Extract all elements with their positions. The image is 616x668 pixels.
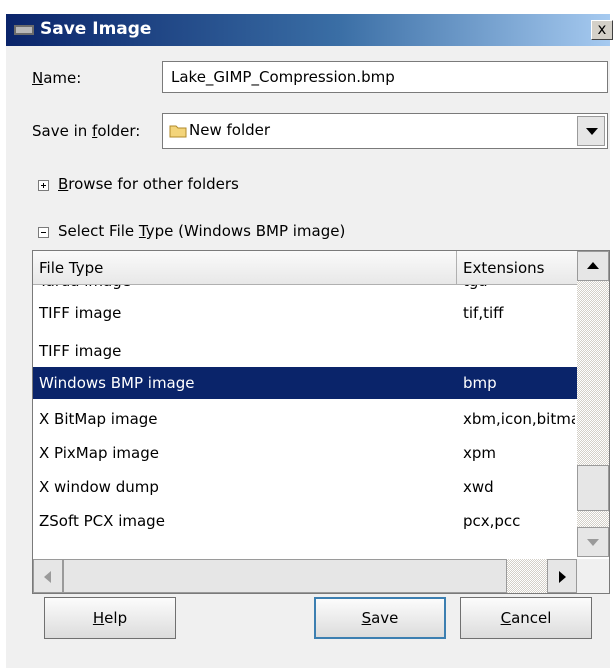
list-item[interactable]: X window dump xwd: [33, 471, 577, 503]
list-item-selected[interactable]: Windows BMP image bmp: [33, 367, 577, 399]
cancel-button[interactable]: Cancel: [460, 597, 592, 639]
list-item-partial[interactable]: Tarda image tga: [33, 285, 577, 297]
list-item[interactable]: TIFF image: [33, 335, 577, 367]
name-input[interactable]: Lake_GIMP_Compression.bmp: [162, 61, 608, 93]
browse-expander-label[interactable]: Browse for other folders: [58, 175, 239, 193]
file-type-list[interactable]: File Type Extensions Tarda image tga TIF…: [32, 250, 610, 594]
vertical-scroll-thumb[interactable]: [577, 465, 609, 511]
horizontal-scroll-thumb[interactable]: [63, 559, 507, 593]
file-type-expander-label[interactable]: Select File Type (Windows BMP image): [58, 222, 345, 240]
file-type-expander-icon[interactable]: [38, 227, 49, 238]
close-button[interactable]: x: [591, 20, 613, 40]
list-item[interactable]: X PixMap image xpm: [33, 437, 577, 469]
horizontal-scrollbar[interactable]: [33, 559, 577, 593]
folder-combo-value: New folder: [189, 121, 271, 139]
help-button[interactable]: Help: [44, 597, 176, 639]
window-title: Save Image: [40, 19, 152, 39]
scroll-down-arrow-icon[interactable]: [577, 527, 609, 557]
browse-expander-icon[interactable]: [38, 180, 49, 191]
folder-icon: [169, 125, 187, 138]
chevron-down-icon[interactable]: [577, 116, 605, 146]
column-header-file-type[interactable]: File Type: [33, 251, 457, 285]
folder-label: Save in folder:: [32, 122, 141, 140]
scrollbar-corner: [577, 559, 609, 593]
scroll-right-arrow-icon[interactable]: [547, 559, 577, 593]
list-item[interactable]: ZSoft PCX image pcx,pcc: [33, 505, 577, 537]
file-type-rows: Tarda image tga TIFF image tif,tiff TIFF…: [33, 285, 577, 559]
save-button[interactable]: Save: [314, 597, 446, 639]
folder-combo[interactable]: New folder: [162, 113, 608, 149]
name-label: Name:: [32, 69, 82, 87]
column-header-extensions[interactable]: Extensions: [457, 251, 577, 285]
title-bar: Save Image x: [6, 14, 613, 46]
scroll-up-arrow-icon[interactable]: [577, 251, 609, 281]
gimp-wilber-icon: [14, 25, 34, 35]
list-item[interactable]: X BitMap image xbm,icon,bitmap: [33, 403, 577, 435]
vertical-scrollbar[interactable]: [577, 251, 609, 557]
scroll-left-arrow-icon[interactable]: [33, 559, 63, 593]
list-item[interactable]: TIFF image tif,tiff: [33, 297, 577, 329]
